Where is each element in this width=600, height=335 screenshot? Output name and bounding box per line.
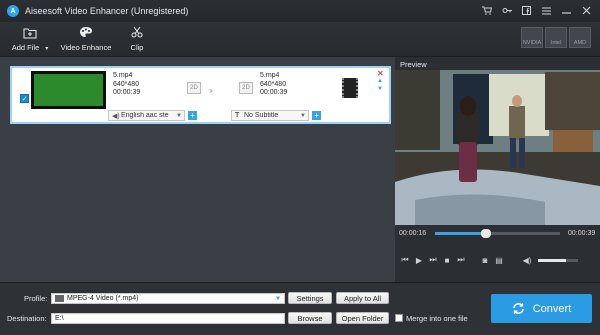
profile-value: MPEG-4 Video (*.mp4) xyxy=(67,295,139,302)
source-file-name: 5.mp4 xyxy=(113,72,133,79)
file-list-item[interactable]: ✓ 5.mp4 640*480 00:00:39 2D ››› 2D 5.mp4… xyxy=(10,66,391,124)
chevron-down-icon: ▼ xyxy=(176,112,182,119)
camera-icon[interactable]: ◙ xyxy=(478,256,492,265)
skip-forward-icon[interactable]: ⏭ xyxy=(454,255,468,265)
seek-handle[interactable] xyxy=(481,229,492,238)
preview-label: Preview xyxy=(400,60,427,69)
key-icon[interactable] xyxy=(498,3,515,18)
audio-track-select[interactable]: ◀) English aac ste ▼ xyxy=(108,110,185,121)
chevron-down-icon: ▼ xyxy=(275,295,281,302)
app-window: A Aiseesoft Video Enhancer (Unregistered… xyxy=(0,0,600,335)
add-file-label: Add File xyxy=(11,43,40,52)
move-up-icon[interactable]: ▲ xyxy=(377,78,383,84)
source-file-info: 5.mp4 640*480 00:00:39 xyxy=(113,72,140,98)
thumbnail-frame xyxy=(34,74,103,106)
subtitle-select[interactable]: T No Subtitle ▼ xyxy=(231,110,309,121)
output-file-name: 5.mp4 xyxy=(260,72,280,79)
fast-forward-icon[interactable]: ⏭ xyxy=(426,255,440,265)
scissors-icon xyxy=(131,25,143,39)
video-enhance-label: Video Enhance xyxy=(60,43,112,52)
open-folder-button[interactable]: Open Folder xyxy=(336,312,389,324)
move-down-icon[interactable]: ▼ xyxy=(377,86,383,92)
menu-icon[interactable] xyxy=(538,3,555,18)
volume-level xyxy=(538,258,566,262)
intel-acceleration-badge: Intel xyxy=(545,27,567,48)
profile-select[interactable]: MPEG-4 Video (*.mp4) ▼ xyxy=(51,293,285,304)
preview-video-frame[interactable] xyxy=(395,70,600,225)
playback-controls: ⏮ ▶ ⏭ ■ ⏭ ◙ ▤ ◀) xyxy=(395,253,600,267)
app-logo-letter: A xyxy=(10,7,16,15)
speaker-icon: ◀) xyxy=(112,112,120,120)
apply-to-all-button[interactable]: Apply to All xyxy=(336,292,389,304)
output-file-info: 5.mp4 640*480 00:00:39 xyxy=(260,72,287,98)
amd-acceleration-badge: AMD xyxy=(569,27,591,48)
main-toolbar: Add File ▾ Video Enhance Clip NVIDIA Inte… xyxy=(0,22,600,57)
seek-progress xyxy=(435,232,487,235)
app-logo-icon: A xyxy=(7,5,19,17)
skip-back-icon[interactable]: ⏮ xyxy=(398,255,412,265)
play-icon[interactable]: ▶ xyxy=(412,256,426,265)
merge-checkbox[interactable] xyxy=(395,314,403,322)
nvidia-acceleration-badge: NVIDIA xyxy=(521,27,543,48)
source-resolution: 640*480 xyxy=(113,80,140,88)
profile-label: Profile: xyxy=(24,294,48,303)
video-format-icon xyxy=(55,295,64,302)
stop-icon[interactable]: ■ xyxy=(440,256,454,265)
cart-icon[interactable] xyxy=(478,3,495,18)
text-icon: T xyxy=(235,112,240,119)
facebook-icon[interactable] xyxy=(518,3,535,18)
add-file-icon xyxy=(23,25,37,39)
convert-label: Convert xyxy=(532,302,572,315)
palette-icon xyxy=(79,25,93,39)
subtitle-value: No Subtitle xyxy=(244,112,279,119)
folder-icon[interactable]: ▤ xyxy=(492,256,506,265)
seek-slider[interactable] xyxy=(435,229,560,238)
file-list: ✓ 5.mp4 640*480 00:00:39 2D ››› 2D 5.mp4… xyxy=(7,63,391,281)
output-resolution: 640*480 xyxy=(260,80,287,88)
settings-button[interactable]: Settings xyxy=(288,292,332,304)
add-audio-track-button[interactable]: + xyxy=(188,111,197,120)
source-2d-badge[interactable]: 2D xyxy=(187,82,201,94)
window-title: Aiseesoft Video Enhancer (Unregistered) xyxy=(25,6,189,16)
add-subtitle-button[interactable]: + xyxy=(312,111,321,120)
destination-label: Destination: xyxy=(7,314,47,323)
merge-label: Merge into one file xyxy=(406,314,468,323)
remove-file-icon[interactable]: ✕ xyxy=(377,69,384,78)
convert-arrow-icon: ››› xyxy=(209,86,213,95)
video-enhance-button[interactable]: Video Enhance xyxy=(60,25,112,52)
file-checkbox[interactable]: ✓ xyxy=(20,94,29,103)
source-duration: 00:00:39 xyxy=(113,89,141,96)
title-bar-controls xyxy=(478,3,595,18)
output-settings-bar: Profile: MPEG-4 Video (*.mp4) ▼ Settings… xyxy=(0,282,600,335)
timeline: 00:00:16 00:00:39 xyxy=(395,228,600,239)
add-file-dropdown-icon[interactable]: ▾ xyxy=(45,46,48,52)
add-file-button[interactable]: Add File ▾ xyxy=(10,25,50,52)
clip-label: Clip xyxy=(130,43,144,52)
volume-icon[interactable]: ◀) xyxy=(520,256,534,265)
video-scene xyxy=(395,70,600,225)
volume-slider[interactable] xyxy=(538,258,578,262)
destination-input[interactable]: E:\ xyxy=(51,313,285,324)
hardware-acceleration-group: NVIDIA Intel AMD xyxy=(521,27,591,48)
refresh-icon xyxy=(512,303,524,314)
output-2d-badge[interactable]: 2D xyxy=(239,82,253,94)
audio-track-value: English aac ste xyxy=(121,112,169,119)
close-icon[interactable] xyxy=(578,3,595,18)
clip-button[interactable]: Clip xyxy=(126,25,148,52)
film-strip-icon[interactable] xyxy=(342,78,358,98)
total-time: 00:00:39 xyxy=(568,230,596,237)
preview-panel: Preview 00:00:16 00:00:39 ⏮ ▶ ⏭ ■ ⏭ ◙ ▤ … xyxy=(395,57,600,282)
chevron-down-icon: ▼ xyxy=(300,112,306,119)
minimize-icon[interactable] xyxy=(558,3,575,18)
current-time: 00:00:16 xyxy=(399,230,427,237)
convert-button[interactable]: Convert xyxy=(491,294,592,323)
browse-button[interactable]: Browse xyxy=(288,312,332,324)
output-duration: 00:00:39 xyxy=(260,89,288,96)
video-thumbnail[interactable] xyxy=(31,71,106,109)
title-bar: A Aiseesoft Video Enhancer (Unregistered… xyxy=(0,0,600,22)
